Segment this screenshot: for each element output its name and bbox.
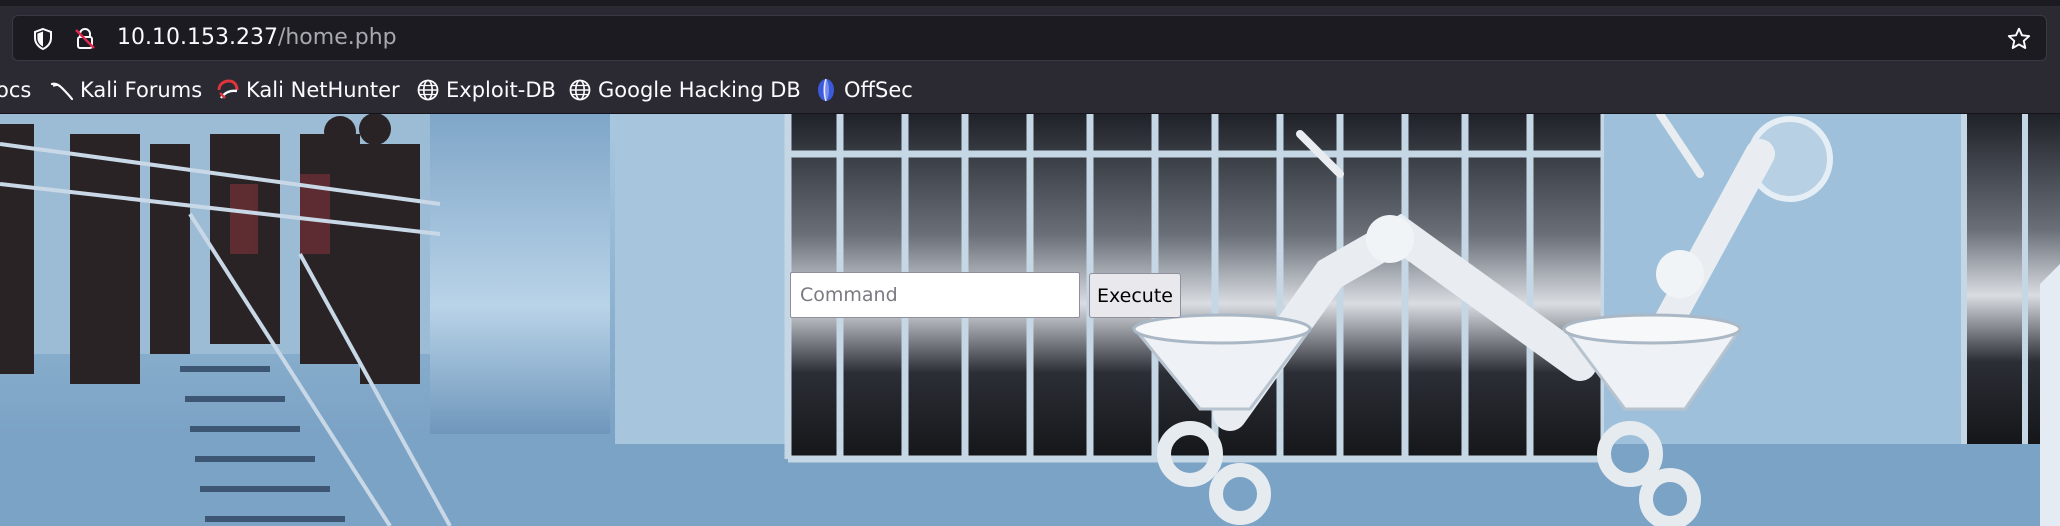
bookmark-offsec[interactable]: OffSec (814, 76, 913, 104)
star-icon[interactable] (2006, 26, 2032, 52)
execute-button[interactable]: Execute (1089, 273, 1181, 318)
url-text[interactable]: 10.10.153.237/home.php (117, 25, 397, 51)
bookmark-docs[interactable]: ocs (0, 76, 31, 104)
bookmark-kali-nethunter[interactable]: Kali NetHunter (216, 76, 400, 104)
bookmark-label: Kali NetHunter (246, 78, 400, 102)
url-host: 10.10.153.237 (117, 25, 278, 50)
bookmark-label: OffSec (844, 78, 913, 102)
bookmark-label: ocs (0, 78, 32, 102)
bookmark-label: Google Hacking DB (598, 78, 801, 102)
shield-icon[interactable] (31, 27, 55, 51)
kali-dragon-icon (50, 78, 74, 102)
command-input[interactable] (790, 272, 1080, 318)
page-content: Execute (0, 114, 2060, 526)
bookmark-exploit-db[interactable]: Exploit-DB (416, 76, 556, 104)
bookmark-label: Exploit-DB (446, 78, 556, 102)
browser-window: 10.10.153.237/home.php ocs Kali Forums K… (0, 0, 2060, 526)
lock-warning-icon[interactable] (73, 27, 97, 51)
globe-icon (568, 78, 592, 102)
nethunter-icon (216, 78, 240, 102)
background-image (0, 114, 2060, 526)
bookmarks-toolbar: ocs Kali Forums Kali NetHunter Exploit-D… (0, 66, 2060, 114)
url-path: /home.php (277, 25, 397, 50)
bookmark-google-hacking-db[interactable]: Google Hacking DB (568, 76, 801, 104)
address-bar[interactable]: 10.10.153.237/home.php (12, 15, 2047, 61)
bookmark-kali-forums[interactable]: Kali Forums (50, 76, 202, 104)
navigation-toolbar: 10.10.153.237/home.php (0, 0, 2060, 66)
offsec-icon (814, 78, 838, 102)
bookmark-label: Kali Forums (80, 78, 203, 102)
globe-icon (416, 78, 440, 102)
